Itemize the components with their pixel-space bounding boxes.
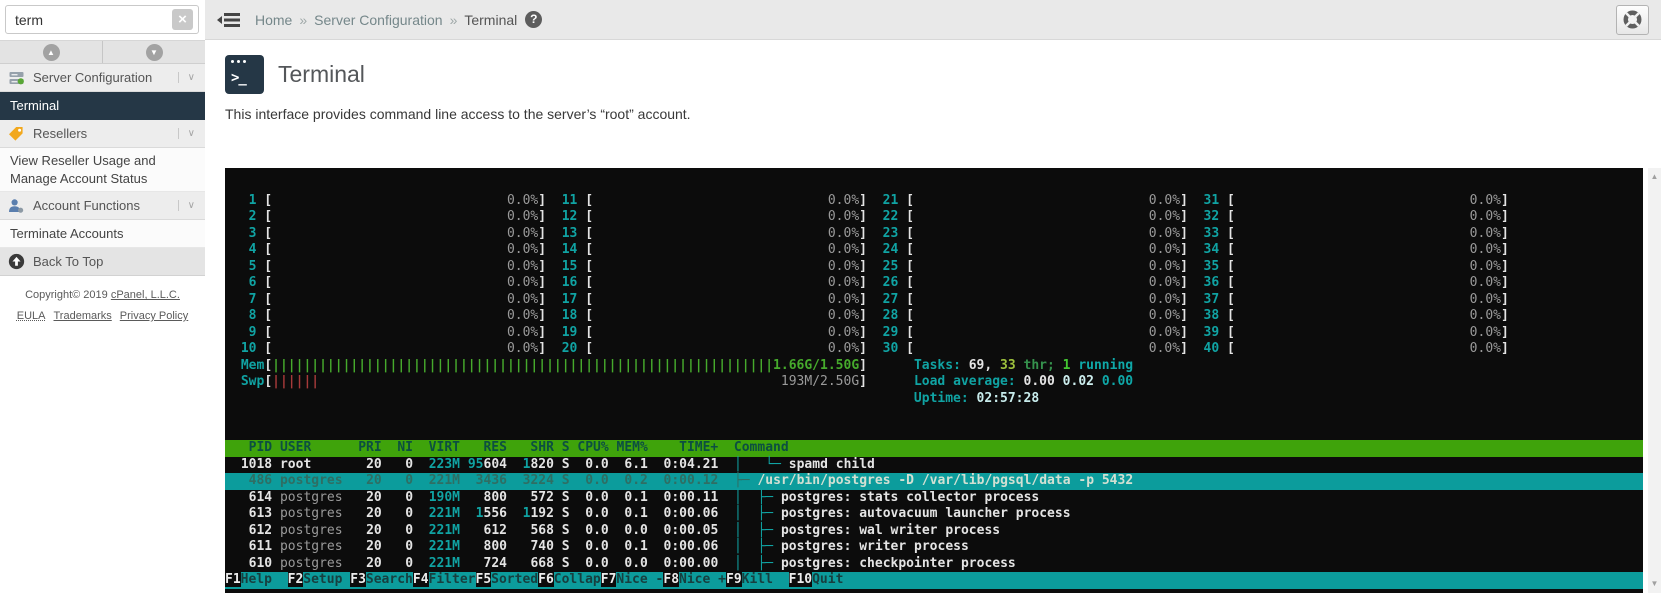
terminal-line: 2 [ 0.0%] 12 [ 0.0%] 22 [ 0.0%] 32 [ 0.0…: [240, 209, 1509, 224]
process-row: 613 postgres 20 0 221M 1556 1192 S 0.0 0…: [233, 506, 1071, 521]
terminal-line: 8 [ 0.0%] 18 [ 0.0%] 28 [ 0.0%] 38 [ 0.0…: [240, 308, 1509, 323]
arrow-up-icon[interactable]: ▲: [42, 43, 60, 61]
footer-links: EULA Trademarks Privacy Policy: [4, 306, 201, 327]
breadcrumb-separator: »: [299, 11, 308, 28]
breadcrumb-server-configuration[interactable]: Server Configuration: [314, 12, 442, 28]
server-icon: [8, 70, 26, 86]
breadcrumb-home[interactable]: Home: [255, 12, 292, 28]
sidebar-menu: Server Configuration ∨ Terminal Resellers ∨ V…: [0, 64, 205, 277]
sidebar-header-label: Server Configuration: [33, 70, 153, 85]
sidebar-item-label: View Reseller Usage and Manage Account S…: [10, 153, 156, 186]
breadcrumb-separator: »: [449, 11, 458, 28]
sidebar-item-terminate-accounts[interactable]: Terminate Accounts: [0, 220, 205, 249]
scrollbar-down-arrow[interactable]: ▼: [1648, 577, 1661, 591]
sidebar-header-resellers[interactable]: Resellers ∨: [0, 120, 205, 148]
page-description: This interface provides command line acc…: [225, 106, 691, 122]
sidebar-header-label: Resellers: [33, 126, 88, 141]
help-icon[interactable]: ?: [525, 11, 543, 28]
back-to-top-label: Back To Top: [33, 254, 104, 270]
chevron-down-icon[interactable]: ∨: [177, 128, 197, 139]
search-input[interactable]: [5, 5, 199, 34]
terminal-icon-dots: [231, 60, 246, 63]
sidebar-header-account-functions[interactable]: Account Functions ∨: [0, 192, 205, 221]
arrow-up-circle-icon: [8, 253, 25, 270]
page-title: Terminal: [278, 61, 365, 87]
hamburger-collapse-icon: [217, 12, 240, 27]
sidebar-header-label: Account Functions: [33, 198, 140, 214]
function-key-bar: F1Help F2Setup F3SearchF4FilterF5SortedF…: [225, 572, 1643, 589]
footer-link-cpanel[interactable]: cPanel, L.L.C.: [111, 289, 180, 301]
page-heading: >_ Terminal: [225, 55, 365, 94]
process-row: 1018 root 20 0 223M 95604 1820 S 0.0 6.1…: [233, 456, 875, 472]
chevron-down-icon[interactable]: ∨: [177, 200, 197, 212]
user-icon: [8, 198, 26, 214]
footer-link-eula[interactable]: EULA: [17, 310, 46, 322]
sidebar-item-terminal[interactable]: Terminal: [0, 92, 205, 120]
terminal-line: 3 [ 0.0%] 13 [ 0.0%] 23 [ 0.0%] 33 [ 0.0…: [240, 225, 1509, 241]
process-row: 614 postgres 20 0 190M 800 572 S 0.0 0.1…: [233, 489, 1040, 505]
process-row: 611 postgres 20 0 221M 800 740 S 0.0 0.1…: [233, 539, 969, 554]
footer-link-trademarks[interactable]: Trademarks: [54, 310, 112, 322]
sidebar-header-server-configuration[interactable]: Server Configuration ∨: [0, 64, 205, 92]
terminal-line: Uptime: 02:57:28: [913, 390, 1040, 406]
sidebar: × ▲ ▼ Server Configuration ∨ Terminal Resel…: [0, 0, 205, 593]
breadcrumb-terminal: Terminal: [464, 11, 518, 28]
terminal-line: 4 [ 0.0%] 14 [ 0.0%] 24 [ 0.0%] 34 [ 0.0…: [240, 242, 1509, 257]
sidebar-collapse-button[interactable]: [217, 11, 241, 29]
terminal-line: 10 [ 0.0%] 20 [ 0.0%] 30 [ 0.0%] 40 [ 0.…: [240, 341, 1509, 356]
sidebar-item-view-reseller-usage-and-manage-account-status[interactable]: View Reseller Usage and Manage Account S…: [0, 148, 205, 193]
search-clear-button[interactable]: ×: [172, 9, 193, 30]
terminal-line: 5 [ 0.0%] 15 [ 0.0%] 25 [ 0.0%] 35 [ 0.0…: [240, 258, 1509, 274]
terminal-scrollbar[interactable]: ▲ ▼: [1648, 168, 1661, 593]
arrow-down-icon[interactable]: ▼: [145, 43, 163, 61]
sidebar-nav-arrows: ▲ ▼: [0, 40, 205, 64]
sidebar-search-row: ×: [0, 0, 205, 40]
process-row: 612 postgres 20 0 221M 612 568 S 0.0 0.0…: [233, 522, 1001, 538]
breadcrumb: Home » Server Configuration » Terminal: [255, 12, 517, 28]
sidebar-item-label: Terminate Accounts: [10, 225, 124, 241]
terminal-line: 7 [ 0.0%] 17 [ 0.0%] 27 [ 0.0%] 37 [ 0.0…: [240, 291, 1509, 307]
terminal-line: Mem[||||||||||||||||||||||||||||||||||||…: [240, 357, 1134, 373]
scroll-up-cell[interactable]: ▲: [0, 41, 102, 63]
chevron-down-icon[interactable]: ∨: [177, 72, 197, 83]
terminal[interactable]: 1 [ 0.0%] 11 [ 0.0%] 21 [ 0.0%] 31 [ 0.0…: [225, 168, 1643, 593]
process-table-header: PID USER PRI NI VIRT RES SHR S CPU% MEM%…: [225, 440, 1643, 457]
scrollbar-up-arrow[interactable]: ▲: [1648, 170, 1661, 184]
terminal-line: 9 [ 0.0%] 19 [ 0.0%] 29 [ 0.0%] 39 [ 0.0…: [240, 324, 1509, 340]
tag-icon: [8, 126, 26, 142]
footer-copyright: Copyright© 2019 cPanel, L.L.C.: [4, 285, 201, 306]
terminal-prompt-glyph: >_: [231, 70, 247, 86]
support-button[interactable]: [1616, 4, 1649, 35]
process-row: 486 postgres 20 0 221M 3436 3224 S 0.0 0…: [225, 473, 1643, 490]
process-row: 610 postgres 20 0 221M 724 668 S 0.0 0.0…: [233, 555, 1016, 571]
back-to-top[interactable]: Back To Top: [0, 248, 205, 277]
terminal-line: 6 [ 0.0%] 16 [ 0.0%] 26 [ 0.0%] 36 [ 0.0…: [240, 275, 1509, 290]
sidebar-footer: Copyright© 2019 cPanel, L.L.C. EULA Trade…: [0, 276, 205, 327]
terminal-line: Swp[|||||| 193M/2.50G] Load average: 0.0…: [240, 374, 1134, 389]
scroll-down-cell[interactable]: ▼: [102, 41, 205, 63]
life-ring-icon: [1623, 10, 1642, 29]
terminal-icon: >_: [225, 55, 264, 94]
sidebar-item-label: Terminal: [10, 97, 60, 113]
footer-link-privacy[interactable]: Privacy Policy: [120, 310, 188, 322]
terminal-line: 1 [ 0.0%] 11 [ 0.0%] 21 [ 0.0%] 31 [ 0.0…: [240, 192, 1509, 208]
copyright-text: Copyright© 2019: [25, 289, 111, 302]
topbar: Home » Server Configuration » Terminal ?: [205, 0, 1661, 40]
